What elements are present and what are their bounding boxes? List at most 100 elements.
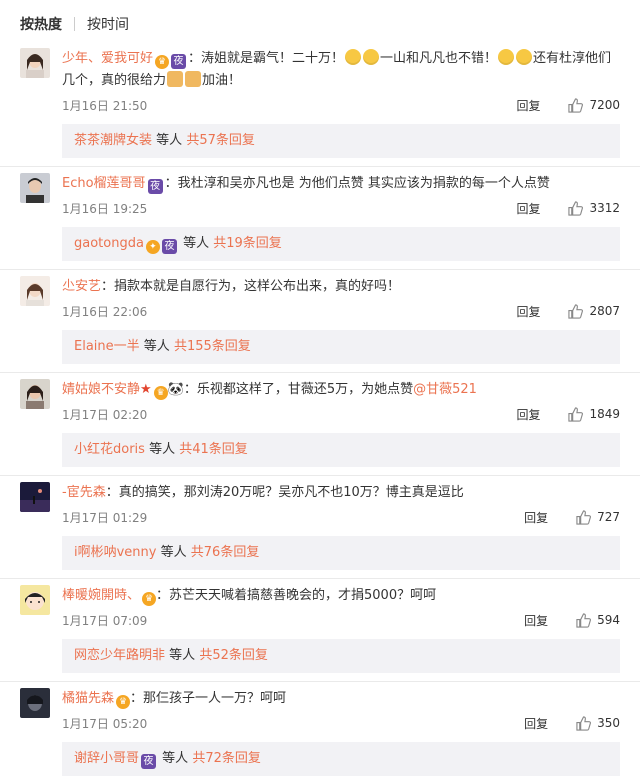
- like-count: 2807: [589, 304, 620, 318]
- reply-summary[interactable]: gaotongda ✦ 夜 等人 共19条回复: [62, 227, 620, 261]
- like-button[interactable]: 727: [576, 509, 620, 525]
- like-button[interactable]: 3312: [568, 200, 620, 216]
- reply-count-link[interactable]: 共76条回复: [191, 545, 260, 560]
- reply-summary[interactable]: 茶茶潮牌女装 等人 共57条回复: [62, 124, 620, 158]
- mention-link[interactable]: @甘薇521: [413, 382, 477, 397]
- reply-username[interactable]: 网恋少年路明非: [74, 648, 165, 663]
- comment-body: 婧姑娘不安静★ ♛ 🐼：乐视都这样了，甘薇还5万，为她点赞@甘薇521: [62, 379, 620, 401]
- username[interactable]: 橘猫先森: [62, 691, 114, 706]
- comment-body: 少年、爱我可好 ♛ 夜：涛姐就是霸气！二十万！ 一山和凡凡也不错！ 还有杜淳他们几个，真…: [62, 48, 620, 92]
- like-count: 1849: [589, 407, 620, 421]
- reply-button[interactable]: 回复: [516, 200, 540, 217]
- reply-button[interactable]: 回复: [516, 97, 540, 114]
- thumbs-up-emoji-icon: [185, 71, 202, 87]
- sort-tabs: 按热度 按时间: [0, 0, 640, 48]
- comment-meta: 1月17日 07:09 回复 594: [62, 607, 620, 633]
- thumbs-up-icon: [576, 509, 592, 525]
- medal-icon: ♛: [116, 695, 131, 709]
- comment-item: 尐安艺：捐款本就是自愿行为，这样公布出来，真的好吗！ 1月16日 22:06 回…: [0, 269, 640, 372]
- comment-item: 橘猫先森 ♛ ：那仨孩子一人一万？呵呵 1月17日 05:20 回复 350 谢辞小…: [0, 681, 640, 784]
- comment-text: ：捐款本就是自愿行为，这样公布出来，真的好吗！: [101, 279, 401, 294]
- comment-item: 婧姑娘不安静★ ♛ 🐼：乐视都这样了，甘薇还5万，为她点赞@甘薇521 1月17日 …: [0, 372, 640, 475]
- avatar[interactable]: [20, 585, 50, 615]
- like-button[interactable]: 2807: [568, 303, 620, 319]
- like-button[interactable]: 350: [576, 715, 620, 731]
- vip-badge-icon: 夜: [141, 754, 157, 769]
- reply-button[interactable]: 回复: [516, 303, 540, 320]
- comment-text: 一山和凡凡也不错！: [380, 51, 498, 66]
- avatar[interactable]: [20, 173, 50, 203]
- username[interactable]: 棒暖婉開時、: [62, 588, 140, 603]
- reply-button[interactable]: 回复: [524, 509, 548, 526]
- like-count: 350: [597, 716, 620, 730]
- comment-text: ：那仨孩子一人一万？呵呵: [130, 691, 287, 706]
- like-button[interactable]: 1849: [568, 406, 620, 422]
- comment-text: ：苏芒天天喊着搞慈善晚会的，才捐5000？呵呵: [156, 588, 437, 603]
- avatar[interactable]: [20, 482, 50, 512]
- thumbs-up-icon: [576, 715, 592, 731]
- reply-count-link[interactable]: 共57条回复: [186, 133, 255, 148]
- avatar[interactable]: [20, 688, 50, 718]
- like-count: 727: [597, 510, 620, 524]
- comment-text: ：乐视都这样了，甘薇还5万，为她点赞: [183, 382, 414, 397]
- thumbs-up-emoji-icon: [167, 71, 184, 87]
- panda-icon: 🐼: [167, 382, 184, 397]
- comment-item: Echo榴莲哥哥夜：我杜淳和吴亦凡也是 为他们点赞 其实应该为捐款的每一个人点赞…: [0, 166, 640, 269]
- reply-username[interactable]: 小红花doris: [74, 442, 145, 457]
- star-icon: ★: [140, 382, 152, 397]
- like-button[interactable]: 7200: [568, 97, 620, 113]
- username[interactable]: -宦先森: [62, 485, 106, 500]
- reply-username[interactable]: gaotongda: [74, 236, 144, 251]
- etc-label: 等人: [160, 545, 187, 560]
- comment-text: ：真的搞笑，那刘涛20万呢？吴亦凡不也10万？博主真是逗比: [105, 485, 464, 500]
- like-button[interactable]: 594: [576, 612, 620, 628]
- reply-summary[interactable]: 网恋少年路明非 等人 共52条回复: [62, 639, 620, 673]
- avatar[interactable]: [20, 48, 50, 78]
- comment-body: -宦先森：真的搞笑，那刘涛20万呢？吴亦凡不也10万？博主真是逗比: [62, 482, 620, 504]
- comment-item: 少年、爱我可好 ♛ 夜：涛姐就是霸气！二十万！ 一山和凡凡也不错！ 还有杜淳他们几个，真…: [0, 48, 640, 166]
- reply-summary[interactable]: 小红花doris 等人 共41条回复: [62, 433, 620, 467]
- reply-count-link[interactable]: 共155条回复: [174, 339, 251, 354]
- emoji-icon: [345, 49, 362, 65]
- reply-count-link[interactable]: 共52条回复: [199, 648, 268, 663]
- comment-meta: 1月17日 01:29 回复 727: [62, 504, 620, 530]
- comment-body: Echo榴莲哥哥夜：我杜淳和吴亦凡也是 为他们点赞 其实应该为捐款的每一个人点赞: [62, 173, 620, 195]
- reply-count-link[interactable]: 共72条回复: [192, 751, 261, 766]
- reply-summary[interactable]: Elaine一半 等人 共155条回复: [62, 330, 620, 364]
- medal-icon: ♛: [153, 386, 168, 400]
- tab-by-time[interactable]: 按时间: [87, 14, 129, 34]
- comment-meta: 1月16日 21:50 回复 7200: [62, 92, 620, 118]
- thumbs-up-icon: [568, 200, 584, 216]
- reply-count-link[interactable]: 共41条回复: [179, 442, 248, 457]
- reply-summary[interactable]: 谢辞小哥哥夜 等人 共72条回复: [62, 742, 620, 776]
- reply-button[interactable]: 回复: [516, 406, 540, 423]
- username[interactable]: 少年、爱我可好: [62, 51, 153, 66]
- reply-count-link[interactable]: 共19条回复: [213, 236, 282, 251]
- comment-body: 棒暖婉開時、 ♛ ：苏芒天天喊着搞慈善晚会的，才捐5000？呵呵: [62, 585, 620, 607]
- etc-label: 等人: [143, 339, 170, 354]
- username[interactable]: 婧姑娘不安静: [62, 382, 140, 397]
- tab-by-hot[interactable]: 按热度: [20, 14, 62, 34]
- comment-item: -宦先森：真的搞笑，那刘涛20万呢？吴亦凡不也10万？博主真是逗比 1月17日 …: [0, 475, 640, 578]
- avatar[interactable]: [20, 379, 50, 409]
- username[interactable]: 尐安艺: [62, 279, 101, 294]
- etc-label: 等人: [183, 236, 210, 251]
- comment-item: 棒暖婉開時、 ♛ ：苏芒天天喊着搞慈善晚会的，才捐5000？呵呵 1月17日 07:…: [0, 578, 640, 681]
- reply-button[interactable]: 回复: [524, 612, 548, 629]
- reply-button[interactable]: 回复: [524, 715, 548, 732]
- reply-username[interactable]: 谢辞小哥哥: [74, 751, 139, 766]
- emoji-icon: [516, 49, 533, 65]
- username[interactable]: Echo榴莲哥哥: [62, 176, 146, 191]
- etc-label: 等人: [169, 648, 196, 663]
- vip-badge-icon: 夜: [171, 54, 187, 69]
- timestamp: 1月17日 02:20: [62, 407, 148, 422]
- emoji-icon: [498, 49, 515, 65]
- timestamp: 1月16日 22:06: [62, 304, 148, 319]
- reply-username[interactable]: i啊彬呐venny: [74, 545, 156, 560]
- comment-meta: 1月16日 19:25 回复 3312: [62, 195, 620, 221]
- reply-username[interactable]: 茶茶潮牌女装: [74, 133, 152, 148]
- reply-summary[interactable]: i啊彬呐venny 等人 共76条回复: [62, 536, 620, 570]
- thumbs-up-icon: [568, 406, 584, 422]
- avatar[interactable]: [20, 276, 50, 306]
- reply-username[interactable]: Elaine一半: [74, 339, 140, 354]
